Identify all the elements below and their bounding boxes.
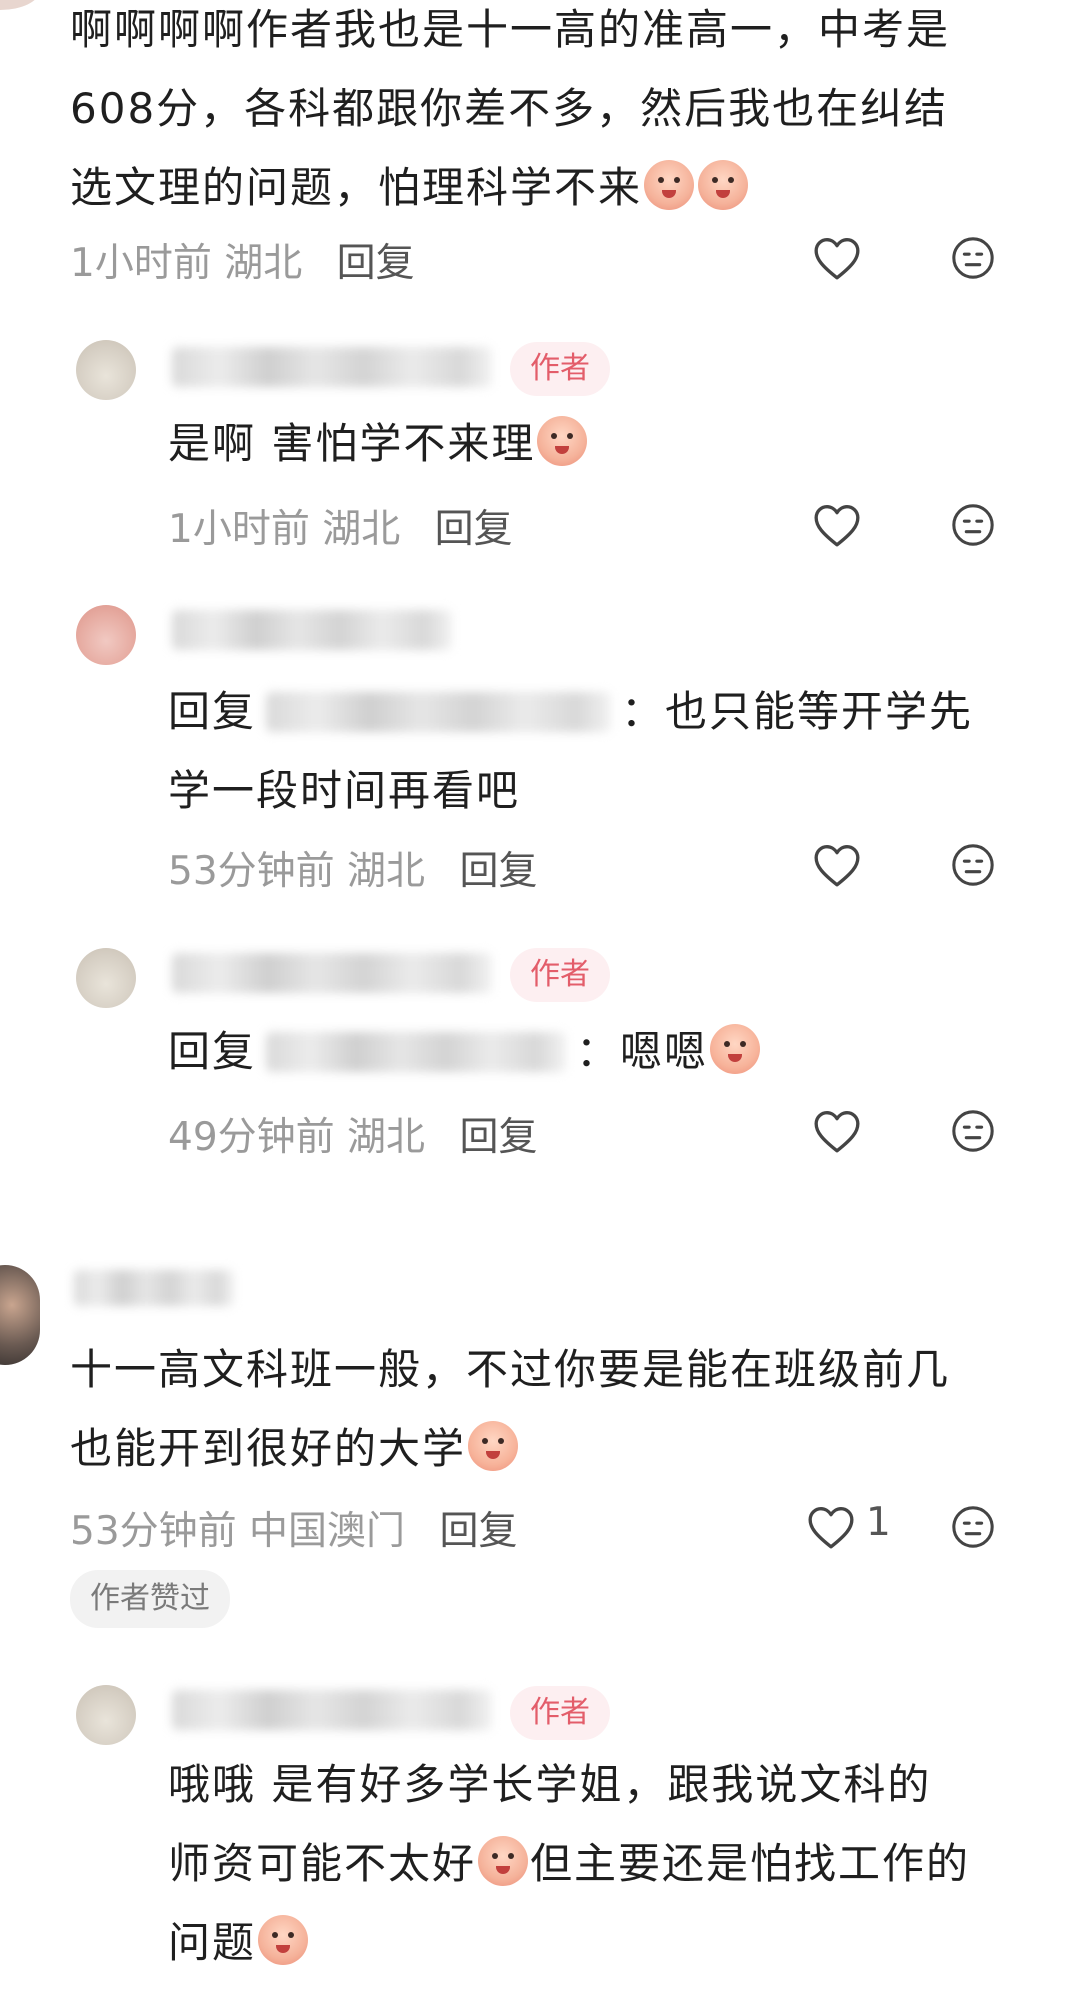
avatar[interactable]	[0, 1265, 40, 1365]
heart-outline-icon[interactable]	[812, 1108, 862, 1154]
comment-text: 啊啊啊啊作者我也是十一高的准高一，中考是 608分，各科都跟你差不多，然后我也在…	[70, 0, 1050, 227]
avatar[interactable]	[76, 948, 136, 1008]
username-redacted[interactable]	[172, 953, 492, 993]
reply-text: 是啊 害怕学不来理	[168, 404, 589, 483]
crying-face-emoji	[468, 1421, 519, 1471]
crying-face-emoji	[537, 416, 588, 466]
author-badge: 作者	[510, 342, 610, 396]
crying-face-emoji	[698, 160, 749, 210]
timestamp: 53分钟前	[168, 849, 335, 894]
location: 中国澳门	[249, 1509, 406, 1554]
reply-button[interactable]: 回复	[459, 849, 537, 894]
avatar[interactable]	[76, 1685, 136, 1745]
meh-face-icon[interactable]	[950, 842, 996, 888]
comment-text-line: 608分，各科都跟你差不多，然后我也在纠结	[70, 84, 949, 133]
location: 湖北	[224, 241, 303, 286]
reply-text: 回复 ：嗯嗯	[168, 1012, 762, 1091]
username-redacted[interactable]	[172, 1690, 492, 1730]
username-redacted[interactable]	[172, 347, 492, 387]
comment-meta: 53分钟前 中国澳门 回复	[70, 1500, 517, 1556]
comment-meta: 1小时前 湖北 回复	[70, 232, 415, 288]
like-count: 1	[866, 1500, 891, 1545]
location: 湖北	[322, 507, 401, 552]
comment-text-span: 选文理的问题，怕理科学不来	[70, 163, 643, 212]
reply-text-span: 但主要还是怕找工作的	[530, 1839, 971, 1888]
reply-button[interactable]: 回复	[435, 507, 513, 552]
comment-meta: 1小时前 湖北 回复	[168, 498, 513, 554]
mentioned-username-redacted[interactable]	[266, 1032, 567, 1072]
avatar[interactable]	[0, 0, 40, 10]
author-badge: 作者	[510, 1686, 610, 1740]
reply-text-span: 是啊 害怕学不来理	[168, 419, 536, 468]
reply-text-span: 师资可能不太好	[168, 1839, 477, 1888]
meh-face-icon[interactable]	[950, 1504, 996, 1550]
crying-face-emoji	[258, 1915, 309, 1965]
comment-meta: 53分钟前 湖北 回复	[168, 840, 537, 896]
username-redacted[interactable]	[74, 1270, 234, 1306]
heart-outline-icon[interactable]	[812, 842, 862, 888]
author-liked-badge: 作者赞过	[70, 1570, 230, 1628]
timestamp: 49分钟前	[168, 1115, 335, 1160]
reply-text-line: 哦哦 是有好多学长学姐，跟我说文科的	[168, 1760, 932, 1809]
avatar[interactable]	[76, 340, 136, 400]
reply-text-line: 问题	[168, 1903, 1048, 1982]
heart-outline-icon[interactable]	[806, 1504, 856, 1550]
comment-meta: 49分钟前 湖北 回复	[168, 1106, 537, 1162]
comment-text-line: 啊啊啊啊作者我也是十一高的准高一，中考是	[70, 5, 951, 54]
location: 湖北	[347, 1115, 426, 1160]
crying-face-emoji	[478, 1836, 529, 1886]
comment-text-line: 也能开到很好的大学	[70, 1409, 1050, 1488]
timestamp: 1小时前	[168, 507, 310, 552]
reply-text-span: 问题	[168, 1918, 257, 1967]
reply-button[interactable]: 回复	[439, 1509, 517, 1554]
reply-prefix: 回复	[168, 1027, 257, 1076]
reply-text-span: ：嗯嗯	[576, 1027, 709, 1076]
reply-button[interactable]: 回复	[459, 1115, 537, 1160]
timestamp: 53分钟前	[70, 1509, 237, 1554]
comment-text-line: 十一高文科班一般，不过你要是能在班级前几	[70, 1345, 951, 1394]
reply-text-line: 学一段时间再看吧	[168, 766, 521, 815]
heart-outline-icon[interactable]	[812, 502, 862, 548]
meh-face-icon[interactable]	[950, 1108, 996, 1154]
avatar[interactable]	[76, 605, 136, 665]
blushing-face-emoji	[710, 1024, 761, 1074]
location: 湖北	[347, 849, 426, 894]
comment-text-line: 选文理的问题，怕理科学不来	[70, 148, 1050, 227]
author-badge: 作者	[510, 948, 610, 1002]
comment-text-span: 也能开到很好的大学	[70, 1424, 467, 1473]
reply-text: 回复 ：也只能等开学先 学一段时间再看吧	[168, 672, 1048, 830]
meh-face-icon[interactable]	[950, 235, 996, 281]
reply-text-span: ：也只能等开学先	[621, 687, 974, 736]
reply-button[interactable]: 回复	[337, 241, 415, 286]
reply-text-line: 回复 ：也只能等开学先	[168, 672, 1048, 751]
crying-face-emoji	[644, 160, 695, 210]
reply-text: 哦哦 是有好多学长学姐，跟我说文科的 师资可能不太好 但主要还是怕找工作的 问题	[168, 1745, 1048, 1982]
timestamp: 1小时前	[70, 241, 212, 286]
reply-text-line: 师资可能不太好 但主要还是怕找工作的	[168, 1824, 1048, 1903]
username-redacted[interactable]	[172, 610, 452, 650]
heart-outline-icon[interactable]	[812, 235, 862, 281]
meh-face-icon[interactable]	[950, 502, 996, 548]
mentioned-username-redacted[interactable]	[266, 692, 612, 732]
reply-prefix: 回复	[168, 687, 257, 736]
comment-text: 十一高文科班一般，不过你要是能在班级前几 也能开到很好的大学	[70, 1330, 1050, 1488]
